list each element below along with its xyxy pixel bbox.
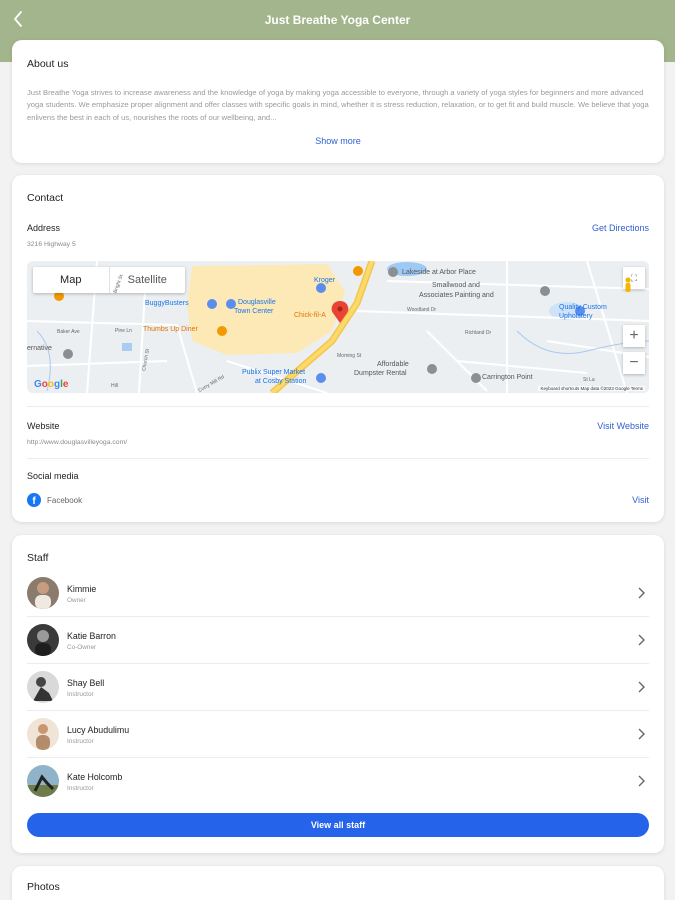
chevron-right-icon: [638, 634, 645, 646]
zoom-out-button[interactable]: −: [623, 352, 645, 374]
staff-role: Instructor: [67, 691, 94, 698]
facebook-icon: f: [27, 493, 41, 507]
map-label: Pine Ln: [115, 328, 132, 334]
photos-title: Photos: [27, 881, 60, 893]
address-label: Address: [27, 223, 61, 233]
staff-role: Co-Owner: [67, 644, 97, 651]
map-label: at Cosby Station: [255, 378, 307, 385]
staff-name: Shay Bell: [67, 678, 105, 688]
get-directions-link[interactable]: Get Directions: [592, 223, 649, 233]
map-label: Town Center: [234, 308, 274, 315]
staff-name: Lucy Abudulimu: [67, 725, 130, 735]
google-logo: Google: [34, 379, 69, 390]
staff-role: Owner: [67, 597, 86, 604]
about-card: About us Just Breathe Yoga strives to in…: [12, 40, 664, 163]
staff-row-lucy-abudulimu[interactable]: Lucy Abudulimu Instructor: [27, 711, 649, 758]
staff-title: Staff: [27, 552, 49, 564]
contact-card: Contact Address 3216 Highway 5 Get Direc…: [12, 175, 664, 522]
photos-card: Photos: [12, 866, 664, 900]
show-more-button[interactable]: Show more: [12, 136, 664, 146]
staff-card: Staff Kimmie Owner Katie Barron Co-Owner…: [12, 535, 664, 853]
website-url: http://www.douglasvilleyoga.com/: [27, 439, 128, 446]
divider: [27, 458, 649, 459]
view-all-staff-button[interactable]: View all staff: [27, 813, 649, 837]
map-label: St La: [583, 377, 595, 383]
map-view[interactable]: Map Satellite ⛶ + − Lakeside at Arbor Pl…: [27, 261, 649, 393]
map-label: Carrington Point: [482, 374, 533, 381]
zoom-in-button[interactable]: +: [623, 325, 645, 347]
chevron-right-icon: [638, 587, 645, 599]
page-title: Just Breathe Yoga Center: [264, 13, 411, 27]
address-value: 3216 Highway 5: [27, 241, 76, 248]
map-type-toggle: Map Satellite: [33, 267, 185, 293]
map-label: Dumpster Rental: [354, 370, 407, 377]
map-label: Thumbs Up Diner: [143, 326, 198, 333]
staff-row-kimmie[interactable]: Kimmie Owner: [27, 570, 649, 617]
chevron-right-icon: [638, 728, 645, 740]
map-label: Morning St: [337, 353, 362, 359]
pegman-icon: [625, 277, 631, 292]
staff-row-katie-barron[interactable]: Katie Barron Co-Owner: [27, 617, 649, 664]
avatar: [27, 718, 59, 750]
map-label: Kroger: [314, 277, 336, 284]
facebook-label: Facebook: [47, 496, 83, 505]
map-label: Quality Custom: [559, 304, 607, 311]
map-label: Upholstery: [559, 313, 593, 320]
map-label: Douglasville: [238, 299, 276, 306]
avatar: [27, 577, 59, 609]
contact-title: Contact: [27, 192, 64, 204]
staff-name: Kate Holcomb: [67, 772, 123, 782]
map-label: Publix Super Market: [242, 369, 306, 376]
map-label: BuggyBusters: [145, 300, 189, 307]
avatar: [27, 624, 59, 656]
pegman-button[interactable]: [623, 277, 645, 299]
divider: [27, 406, 649, 407]
map-label: ernative: [27, 345, 52, 352]
avatar: [27, 765, 59, 797]
staff-role: Instructor: [67, 738, 94, 745]
about-description: Just Breathe Yoga strives to increase aw…: [27, 88, 649, 121]
visit-website-link[interactable]: Visit Website: [597, 421, 649, 431]
staff-row-kate-holcomb[interactable]: Kate Holcomb Instructor: [27, 758, 649, 805]
map-tab[interactable]: Map: [33, 267, 110, 293]
map-label: Richland Dr: [465, 330, 492, 336]
visit-social-link[interactable]: Visit: [632, 495, 649, 505]
map-label: Smallwood and: [432, 282, 480, 289]
map-label: Woodland Dr: [407, 307, 437, 313]
staff-name: Katie Barron: [67, 631, 116, 641]
about-title: About us: [27, 58, 69, 70]
staff-row-shay-bell[interactable]: Shay Bell Instructor: [27, 664, 649, 711]
avatar: [27, 671, 59, 703]
chevron-right-icon: [638, 775, 645, 787]
staff-name: Kimmie: [67, 584, 97, 594]
map-label: Hill: [111, 383, 118, 389]
map-attribution: Keyboard shortcuts Map data ©2023 Google…: [538, 386, 645, 391]
map-label: Lakeside at Arbor Place: [402, 269, 476, 276]
staff-role: Instructor: [67, 785, 94, 792]
map-label: Associates Painting and: [419, 292, 494, 299]
map-label: Chick-fil-A: [294, 312, 326, 319]
website-label: Website: [27, 421, 60, 431]
chevron-right-icon: [638, 681, 645, 693]
map-label: Baker Ave: [57, 329, 80, 335]
map-label: Affordable: [377, 361, 409, 368]
social-media-label: Social media: [27, 471, 79, 481]
